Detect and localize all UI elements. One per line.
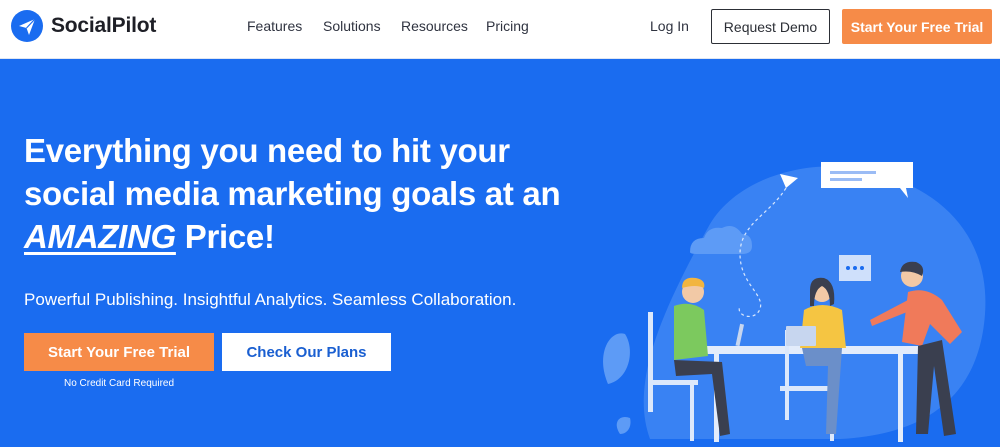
hero-headline: Everything you need to hit your social m… <box>24 129 604 258</box>
left-chair-back <box>648 312 653 412</box>
laptop-middle <box>786 326 816 346</box>
no-credit-card-note: No Credit Card Required <box>63 378 175 389</box>
headline-tail: Price! <box>175 218 275 255</box>
plant-leaf-small <box>616 416 631 434</box>
nav-free-trial-button[interactable]: Start Your Free Trial <box>842 9 992 44</box>
headline-emphasis: AMAZING <box>24 218 176 255</box>
headline-line-1: Everything you need to hit your <box>24 132 510 169</box>
team-collaboration-illustration <box>603 162 986 442</box>
hero-section: Everything you need to hit your social m… <box>0 59 1000 447</box>
nav-link-resources[interactable]: Resources <box>401 18 468 34</box>
nav-link-pricing[interactable]: Pricing <box>486 18 529 34</box>
hero-subheadline: Powerful Publishing. Insightful Analytic… <box>24 290 517 309</box>
brand-name: SocialPilot <box>51 14 157 37</box>
headline-line-2: social media marketing goals at an <box>24 175 561 212</box>
middle-chair-seat <box>780 386 834 391</box>
man-left-shirt <box>674 303 708 360</box>
nav-link-features[interactable]: Features <box>247 18 302 34</box>
request-demo-button[interactable]: Request Demo <box>711 9 830 44</box>
table-leg-right <box>898 354 903 442</box>
check-plans-button[interactable]: Check Our Plans <box>222 333 391 371</box>
chat-bubble-small-icon <box>839 255 871 281</box>
top-navigation: SocialPilot Features Solutions Resources… <box>0 0 1000 59</box>
brand-logo[interactable]: SocialPilot <box>11 10 156 42</box>
nav-link-solutions[interactable]: Solutions <box>323 18 381 34</box>
left-chair-seat <box>648 380 698 385</box>
hero-free-trial-button[interactable]: Start Your Free Trial <box>24 333 214 371</box>
paper-plane-logo-icon <box>11 10 43 42</box>
left-chair-leg <box>690 385 694 441</box>
plant-leaf <box>603 333 630 384</box>
login-link[interactable]: Log In <box>650 18 689 34</box>
